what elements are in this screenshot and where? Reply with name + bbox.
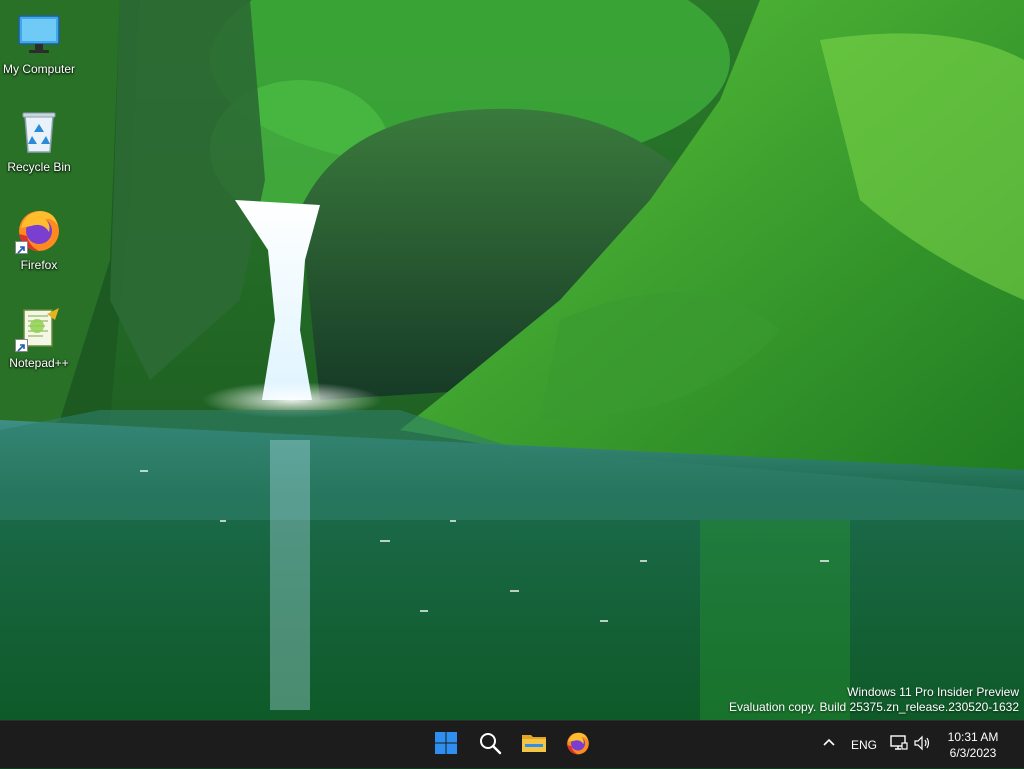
clock-time: 10:31 AM xyxy=(947,730,999,744)
system-tray: ENG 10:31 AM 6/3/2023 xyxy=(814,721,1024,769)
quick-settings-button[interactable] xyxy=(884,725,936,765)
recycle-bin-icon xyxy=(15,108,63,156)
file-explorer-button[interactable] xyxy=(512,725,556,765)
desktop-icon-label: Recycle Bin xyxy=(7,160,71,174)
speaker-icon xyxy=(914,735,930,756)
firefox-icon xyxy=(15,206,63,254)
taskbar: ENG 10:31 AM 6/3/2023 xyxy=(0,720,1024,768)
desktop-icon-recycle-bin[interactable]: Recycle Bin xyxy=(0,102,78,188)
desktop-wallpaper xyxy=(0,0,1024,720)
windows-logo-icon xyxy=(434,731,458,760)
watermark-build: Evaluation copy. Build 25375.zn_release.… xyxy=(729,700,1019,714)
desktop-icon-label: Firefox xyxy=(20,258,58,272)
desktop-icon-notepadpp[interactable]: Notepad++ xyxy=(0,298,78,384)
taskbar-pinned-apps xyxy=(424,721,600,769)
input-language-indicator[interactable]: ENG xyxy=(844,725,884,765)
search-button[interactable] xyxy=(468,725,512,765)
desktop-icon-my-computer[interactable]: My Computer xyxy=(0,4,78,90)
watermark-edition: Windows 11 Pro Insider Preview xyxy=(847,685,1019,699)
clock-date: 6/3/2023 xyxy=(949,746,997,760)
folder-icon xyxy=(521,731,547,760)
desktop-icon-label: Notepad++ xyxy=(9,356,69,370)
search-icon xyxy=(478,731,502,760)
monitor-icon xyxy=(15,10,63,58)
network-icon xyxy=(890,734,908,756)
shortcut-arrow-icon xyxy=(15,241,28,254)
firefox-icon xyxy=(565,730,591,761)
desktop-icon-label: My Computer xyxy=(2,62,76,76)
start-button[interactable] xyxy=(424,725,468,765)
desktop-icon-firefox[interactable]: Firefox xyxy=(0,200,78,286)
evaluation-watermark: Windows 11 Pro Insider Preview Evaluatio… xyxy=(729,685,1019,715)
chevron-up-icon xyxy=(822,736,836,755)
firefox-taskbar-button[interactable] xyxy=(556,725,600,765)
notepadpp-icon xyxy=(15,304,63,352)
show-hidden-icons-button[interactable] xyxy=(814,725,844,765)
clock-button[interactable]: 10:31 AM 6/3/2023 xyxy=(936,725,1024,765)
shortcut-arrow-icon xyxy=(15,339,28,352)
